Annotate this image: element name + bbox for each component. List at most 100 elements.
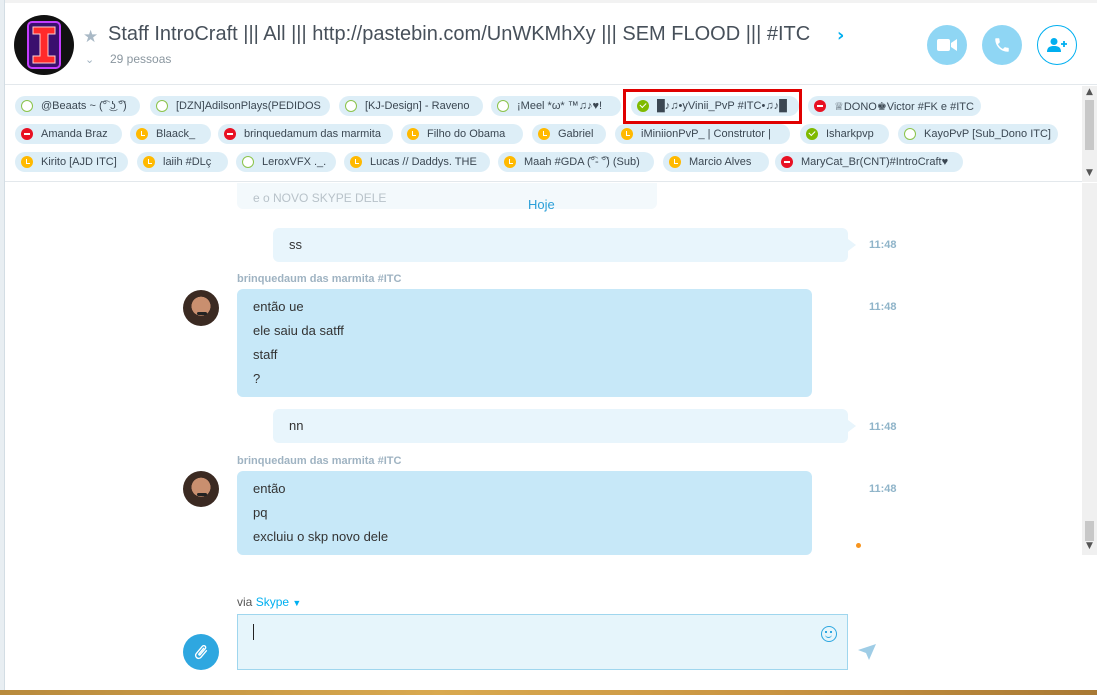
participant-chip[interactable]: ¡Meel *ω* ™♫♪♥! xyxy=(491,96,621,116)
participant-chip[interactable]: Gabriel xyxy=(532,124,606,144)
chevron-right-icon[interactable]: › xyxy=(837,25,844,46)
participant-count[interactable]: 29 pessoas xyxy=(110,52,171,66)
status-away-icon xyxy=(621,128,633,140)
send-button[interactable] xyxy=(858,644,876,664)
video-call-icon xyxy=(937,39,957,51)
participant-chip[interactable]: brinquedamum das marmita xyxy=(218,124,393,144)
message-bubble-theirs[interactable]: então ue ele saiu da satff staff ? xyxy=(237,289,812,397)
message-time: 11:48 xyxy=(869,483,897,495)
message-text: excluiu o skp novo dele xyxy=(253,529,389,544)
scrollbar-thumb[interactable] xyxy=(1085,521,1094,541)
status-away-icon xyxy=(143,156,155,168)
participant-name: iMiniionPvP_ | Construtor | xyxy=(641,128,771,140)
status-offline-icon xyxy=(497,100,509,112)
send-via-selector[interactable]: via Skype ▼ xyxy=(237,595,301,609)
audio-call-button[interactable] xyxy=(982,25,1022,65)
sender-avatar[interactable] xyxy=(183,290,219,326)
video-call-button[interactable] xyxy=(927,25,967,65)
participant-name: ¡Meel *ω* ™♫♪♥! xyxy=(517,100,603,112)
status-away-icon xyxy=(136,128,148,140)
via-service-link[interactable]: Skype xyxy=(256,595,289,609)
participant-chip[interactable]: KayoPvP [Sub_Dono ITC] xyxy=(898,124,1058,144)
message-text: ele saiu da satff xyxy=(253,323,344,338)
attach-icon xyxy=(195,644,208,660)
message-text: então xyxy=(253,481,286,496)
message-text: staff xyxy=(253,347,278,362)
status-offline-icon xyxy=(904,128,916,140)
participant-name: Gabriel xyxy=(558,128,594,140)
message-text: ss xyxy=(289,237,302,252)
participant-chip[interactable]: LeroxVFX ._. xyxy=(236,152,336,172)
status-online-icon xyxy=(806,128,818,140)
status-away-icon xyxy=(407,128,419,140)
participant-chip[interactable]: Amanda Braz xyxy=(15,124,122,144)
taskbar-edge xyxy=(0,690,1097,695)
participant-chip[interactable]: Isharkpvp xyxy=(800,124,889,144)
participant-name: KayoPvP [Sub_Dono ITC] xyxy=(924,128,1051,140)
participant-name: brinquedamum das marmita xyxy=(244,128,381,140)
selected-participant-highlight xyxy=(623,89,802,124)
group-avatar[interactable] xyxy=(14,15,74,75)
message-text: nn xyxy=(289,418,304,433)
sender-avatar[interactable] xyxy=(183,471,219,507)
emoji-icon[interactable] xyxy=(821,626,837,642)
participant-name: Amanda Braz xyxy=(41,128,108,140)
participant-name: Lucas // Daddys. THE xyxy=(370,156,477,168)
scroll-down-arrow-icon[interactable]: ▼ xyxy=(1082,541,1097,551)
participant-name: ♕DONO♚Victor #FK e #ITC xyxy=(834,100,974,113)
add-person-icon xyxy=(1047,38,1067,52)
participant-chip[interactable]: @Beaats ~ (͡° ͜ʖ ͡°) xyxy=(15,96,140,116)
participants-list: @Beaats ~ (͡° ͜ʖ ͡°) [DZN]AdilsonPlays(P… xyxy=(5,86,1082,182)
status-busy-icon xyxy=(224,128,236,140)
participants-scrollbar[interactable]: ▲ ▼ xyxy=(1082,86,1097,182)
attach-button[interactable] xyxy=(183,634,219,670)
status-busy-icon xyxy=(781,156,793,168)
phone-icon xyxy=(995,38,1009,52)
scroll-down-arrow-icon[interactable]: ▼ xyxy=(1082,168,1097,178)
participant-chip[interactable]: [KJ-Design] - Raveno xyxy=(339,96,483,116)
message-bubble-mine[interactable]: nn xyxy=(273,409,848,443)
participant-name: Filho do Obama xyxy=(427,128,506,140)
chevron-down-icon[interactable]: ▼ xyxy=(292,598,301,608)
participant-chip[interactable]: Kirito [AJD ITC] xyxy=(15,152,128,172)
conversation-title[interactable]: Staff IntroCraft ||| All ||| http://past… xyxy=(108,23,810,46)
status-offline-icon xyxy=(345,100,357,112)
message-sender[interactable]: brinquedaum das marmita #ITC xyxy=(237,273,401,285)
participant-chip[interactable]: ♕DONO♚Victor #FK e #ITC xyxy=(808,96,981,116)
participant-chip[interactable]: Lucas // Daddys. THE xyxy=(344,152,490,172)
add-participant-button[interactable] xyxy=(1037,25,1077,65)
favorite-star-icon[interactable]: ★ xyxy=(83,27,98,47)
typing-indicator-dot xyxy=(856,543,861,548)
message-text: então ue xyxy=(253,299,304,314)
message-sender[interactable]: brinquedaum das marmita #ITC xyxy=(237,455,401,467)
message-text: pq xyxy=(253,505,268,520)
status-busy-icon xyxy=(814,100,826,112)
bubble-tail xyxy=(848,239,856,251)
participant-chip[interactable]: laiih #DLç xyxy=(137,152,228,172)
text-caret xyxy=(253,624,254,640)
participant-name: Kirito [AJD ITC] xyxy=(41,156,117,168)
message-bubble-theirs[interactable]: então pq excluiu o skp novo dele xyxy=(237,471,812,555)
message-input[interactable] xyxy=(237,614,848,670)
chevron-down-icon[interactable]: ⌄ xyxy=(85,53,94,66)
participant-chip[interactable]: Maah #GDA (͡°- ͡°) (Sub) xyxy=(498,152,654,172)
scrollbar-thumb[interactable] xyxy=(1085,100,1094,150)
message-text: ? xyxy=(253,371,261,386)
participant-chip[interactable]: Marcio Alves xyxy=(663,152,769,172)
participant-name: Marcio Alves xyxy=(689,156,752,168)
via-label: via xyxy=(237,595,253,609)
participant-chip[interactable]: Blaack_ xyxy=(130,124,211,144)
status-offline-icon xyxy=(242,156,254,168)
participant-name: LeroxVFX ._. xyxy=(262,156,327,168)
participant-chip[interactable]: iMiniionPvP_ | Construtor | xyxy=(615,124,790,144)
participant-name: @Beaats ~ (͡° ͜ʖ ͡°) xyxy=(41,100,127,112)
message-bubble-mine[interactable]: ss xyxy=(273,228,848,262)
scroll-up-arrow-icon[interactable]: ▲ xyxy=(1082,87,1097,97)
participant-chip[interactable]: [DZN]AdilsonPlays(PEDIDOS xyxy=(150,96,330,116)
participant-name: Blaack_ xyxy=(156,128,196,140)
send-icon xyxy=(858,644,876,660)
chat-scrollbar[interactable]: ▼ xyxy=(1082,183,1097,555)
participant-chip[interactable]: MaryCat_Br(CNT)#IntroCraft♥ xyxy=(775,152,963,172)
status-away-icon xyxy=(504,156,516,168)
participant-chip[interactable]: Filho do Obama xyxy=(401,124,523,144)
